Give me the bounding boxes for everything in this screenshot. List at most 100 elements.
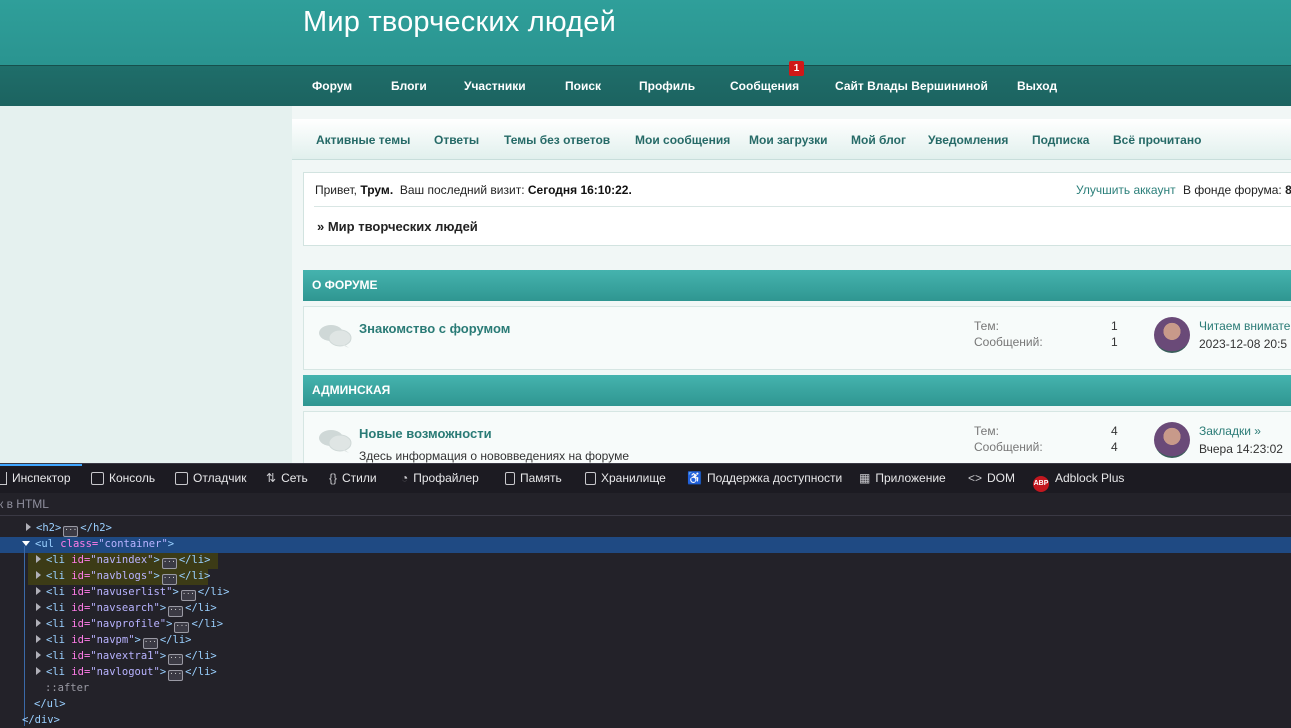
tree-node-ul-close: </ul> xyxy=(34,698,66,710)
divider xyxy=(314,206,1291,207)
devtools-toolbar: Инспектор Консоль Отладчик ⇅ Сеть {} Стили… xyxy=(0,463,1291,494)
tag: <li xyxy=(46,618,72,630)
tag: <li xyxy=(46,586,72,598)
tree-node-li[interactable]: <li id="navlogout"> ··· </li> xyxy=(36,664,217,681)
topics-label: Тем: xyxy=(974,424,999,438)
breadcrumb[interactable]: » Мир творческих людей xyxy=(317,219,478,234)
tree-node-li[interactable]: <li id="navuserlist"> ··· </li> xyxy=(36,584,229,601)
category-header[interactable]: АДМИНСКАЯ xyxy=(303,375,1291,406)
last-post-link[interactable]: Читаем внимате xyxy=(1199,319,1290,333)
tab-profiler[interactable]: ◔ Профайлер xyxy=(401,471,479,485)
tab-inspector[interactable]: Инспектор xyxy=(0,471,71,485)
forum-bubbles-icon xyxy=(319,430,352,453)
nav-item-forum[interactable]: Форум xyxy=(312,79,352,93)
tab-label: Отладчик xyxy=(193,471,247,485)
tab-label: DOM xyxy=(987,471,1016,485)
tab-debugger[interactable]: Отладчик xyxy=(175,471,246,485)
tab-adblock-plus[interactable]: ABP Adblock Plus xyxy=(1033,471,1124,492)
attr-name: id= xyxy=(71,602,91,614)
fund-label: В фонде форума: xyxy=(1183,183,1282,197)
subnav-my-posts[interactable]: Мои сообщения xyxy=(635,133,730,147)
forum-row: Знакомство с форумом Тем: 1 Сообщений: 1… xyxy=(303,306,1291,370)
attr-name: id= xyxy=(71,554,91,566)
attr-name: id= xyxy=(71,618,91,630)
nav-item-search[interactable]: Поиск xyxy=(565,79,601,93)
nav-item-logout[interactable]: Выход xyxy=(1017,79,1057,93)
last-post-date: 2023-12-08 20:5 xyxy=(1199,337,1288,351)
adblock-plus-icon: ABP xyxy=(1033,476,1049,492)
tab-application[interactable]: ▦ Приложение xyxy=(859,471,946,485)
tree-node-li[interactable]: <li id="navsearch"> ··· </li> xyxy=(36,600,217,617)
storage-icon xyxy=(585,472,596,485)
nav-item-members[interactable]: Участники xyxy=(464,79,526,93)
tree-node-pseudo[interactable]: ::after xyxy=(45,680,89,696)
upgrade-account-link[interactable]: Улучшить аккаунт xyxy=(1076,183,1176,197)
tab-accessibility[interactable]: ♿ Поддержка доступности xyxy=(687,471,842,485)
tab-label: Поддержка доступности xyxy=(706,471,843,485)
last-post-date: Вчера 14:23:02 xyxy=(1199,442,1283,456)
html-search-bar[interactable]: к в HTML xyxy=(0,493,1291,516)
attr-value: "navprofile" xyxy=(90,618,167,630)
tab-storage[interactable]: Хранилище xyxy=(585,471,666,485)
forum-title[interactable]: Новые возможности xyxy=(359,426,492,441)
selected-node-highlight xyxy=(0,537,1291,553)
forum-title[interactable]: Знакомство с форумом xyxy=(359,321,510,336)
tag: </h2> xyxy=(80,522,112,534)
subnav-notifications[interactable]: Уведомления xyxy=(928,133,1008,147)
tab-label: Приложение xyxy=(875,471,946,485)
dom-icon: <> xyxy=(968,471,983,485)
tag: </li> xyxy=(185,602,217,614)
tab-label: Стили xyxy=(342,471,377,485)
tree-node-ul[interactable]: <ul class="container"> xyxy=(22,536,174,552)
tab-label: Хранилище xyxy=(601,471,666,485)
site-title[interactable]: Мир творческих людей xyxy=(303,6,616,39)
console-icon xyxy=(91,472,104,485)
tree-node-h2[interactable]: <h2> ··· </h2> xyxy=(26,520,112,537)
tree-node-li[interactable]: <li id="navprofile"> ··· </li> xyxy=(36,616,224,633)
debugger-icon xyxy=(175,472,188,485)
tag: </li> xyxy=(191,618,224,630)
profiler-icon: ◔ xyxy=(401,471,409,485)
nav-item-blogs[interactable]: Блоги xyxy=(391,79,427,93)
tree-node-li[interactable]: <li id="navextra1"> ··· </li> xyxy=(36,648,217,665)
last-post-link[interactable]: Закладки » xyxy=(1199,424,1261,438)
tag: </li> xyxy=(185,666,217,678)
tab-network[interactable]: ⇅ Сеть xyxy=(266,471,308,485)
avatar[interactable] xyxy=(1154,317,1190,353)
tab-memory[interactable]: Память xyxy=(505,471,562,485)
attr-name: id= xyxy=(71,586,91,598)
attr-value: "navuserlist" xyxy=(90,586,173,598)
nav-item-messages[interactable]: Сообщения xyxy=(730,79,799,93)
tab-label: Инспектор xyxy=(12,471,71,485)
tab-label: Профайлер xyxy=(413,471,479,485)
nav-item-profile[interactable]: Профиль xyxy=(639,79,695,93)
tree-node-li[interactable]: <li id="navpm"> ··· </li> xyxy=(36,632,192,649)
tab-styles[interactable]: {} Стили xyxy=(329,471,377,485)
tree-node-li[interactable]: <li id="navblogs"> ··· </li> xyxy=(36,568,210,585)
tab-label: Консоль xyxy=(109,471,156,485)
tab-dom[interactable]: <> DOM xyxy=(968,471,1015,485)
attr-value: "navindex" xyxy=(90,554,154,566)
subnav-mark-all-read[interactable]: Всё прочитано xyxy=(1113,133,1201,147)
category-header[interactable]: О ФОРУМЕ xyxy=(303,270,1291,301)
username[interactable]: Трум. xyxy=(360,183,393,197)
subnav-my-blog[interactable]: Мой блог xyxy=(851,133,906,147)
attr-name: id= xyxy=(71,634,91,646)
nav-item-vlada-site[interactable]: Сайт Влады Вершининой xyxy=(835,79,988,93)
category-title: О ФОРУМЕ xyxy=(312,278,378,292)
active-tab-indicator xyxy=(0,464,82,466)
subnav-replies[interactable]: Ответы xyxy=(434,133,479,147)
subnav-subscriptions[interactable]: Подписка xyxy=(1032,133,1089,147)
subnav-my-uploads[interactable]: Мои загрузки xyxy=(749,133,828,147)
attr-value: "navblogs" xyxy=(90,570,154,582)
tab-console[interactable]: Консоль xyxy=(91,471,155,485)
avatar[interactable] xyxy=(1154,422,1190,458)
accessibility-icon: ♿ xyxy=(687,471,702,485)
tree-node-li[interactable]: <li id="navindex"> ··· </li> xyxy=(36,552,211,569)
subnav-active-topics[interactable]: Активные темы xyxy=(316,133,410,147)
subnav-unanswered[interactable]: Темы без ответов xyxy=(504,133,610,147)
attr-value: "navlogout" xyxy=(90,666,160,678)
fund-value: 8 xyxy=(1285,183,1291,197)
tag: </li> xyxy=(159,634,192,646)
tag: </li> xyxy=(178,554,211,566)
